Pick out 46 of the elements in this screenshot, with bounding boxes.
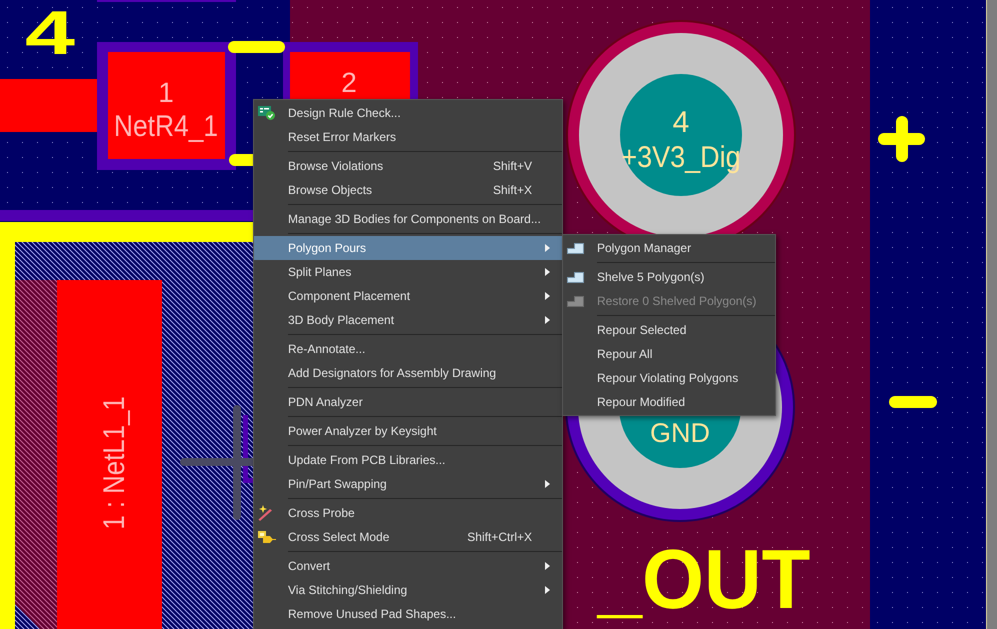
menu-item[interactable]: Repour Modified — [563, 390, 775, 414]
menu-item[interactable]: Power Analyzer by Keysight — [254, 419, 562, 443]
menu-item[interactable]: 3D Body Placement — [254, 308, 562, 332]
silkscreen-label: _OUT — [598, 533, 810, 626]
minus-sign-icon — [889, 396, 937, 408]
menu-item[interactable]: Browse Violations Shift+V — [254, 154, 562, 178]
net-label: NetR4_1 — [114, 108, 218, 142]
menu-item[interactable]: Cross Select Mode Shift+Ctrl+X — [254, 525, 562, 549]
net-label: +3V3_Dig — [621, 140, 741, 174]
menu-item[interactable]: Repour All — [563, 342, 775, 366]
menu-item[interactable]: Manage 3D Bodies for Components on Board... — [254, 207, 562, 231]
polygon-icon — [567, 272, 584, 282]
menu-item[interactable]: Design Rule Check... — [254, 101, 562, 125]
menu-item[interactable]: Split Planes — [254, 260, 562, 284]
menu-item[interactable]: Polygon Pours — [254, 236, 562, 260]
shortcut-label: Shift+X — [492, 182, 532, 199]
pad-number: 4 — [672, 106, 690, 139]
menu-item[interactable]: Shelve 5 Polygon(s) — [563, 265, 775, 289]
menu-item[interactable]: PDN Analyzer — [254, 390, 562, 414]
net-label: GND — [650, 418, 710, 448]
menu-item[interactable]: Update From PCB Libraries... — [254, 448, 562, 472]
polygon-icon — [567, 296, 584, 306]
board-check-icon — [258, 106, 275, 120]
menu-item[interactable]: Add Designators for Assembly Drawing — [254, 361, 562, 385]
designator-label: 4 — [25, 0, 75, 68]
shortcut-label: Shift+Ctrl+X — [467, 529, 532, 546]
menu-item[interactable]: Repour Violating Polygons — [563, 366, 775, 390]
menu-item[interactable]: Browse Objects Shift+X — [254, 178, 562, 202]
menu-item[interactable]: Pin/Part Swapping — [254, 472, 562, 496]
menu-item[interactable]: Polygon Manager — [563, 236, 775, 260]
magic-wand-icon — [258, 505, 273, 521]
menu-item[interactable]: Repour Selected — [563, 318, 775, 342]
menu-item[interactable]: Component Placement — [254, 284, 562, 308]
select-shapes-icon — [258, 530, 276, 544]
menu-item[interactable]: Via Stitching/Shielding — [254, 578, 562, 602]
menu-item[interactable]: Remove Unused Pad Shapes... — [254, 602, 562, 626]
pad-number: 1 — [158, 77, 174, 108]
net-label: 1 : NetL1_1 — [97, 396, 130, 530]
menu-item[interactable]: Cross Probe — [254, 501, 562, 525]
menu-item[interactable]: Reset Error Markers — [254, 125, 562, 149]
menu-item[interactable]: Convert — [254, 554, 562, 578]
pad-number: 2 — [341, 67, 357, 98]
menu-item[interactable]: Re-Annotate... — [254, 337, 562, 361]
polygon-icon — [567, 242, 584, 254]
plus-sign-icon — [878, 116, 925, 162]
shortcut-label: Shift+V — [492, 158, 532, 175]
